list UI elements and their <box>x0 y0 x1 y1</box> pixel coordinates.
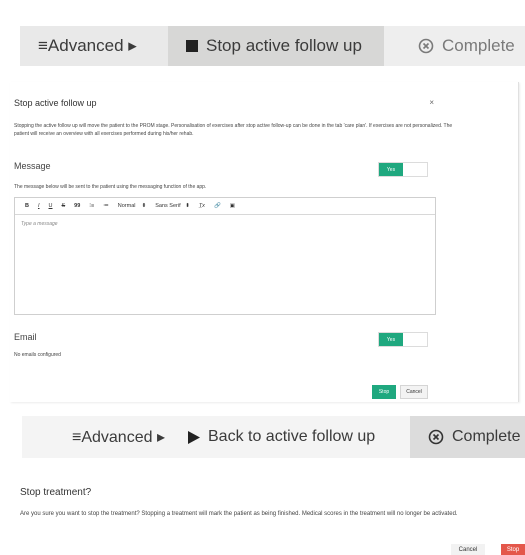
message-note: The message below will be sent to the pa… <box>14 184 207 190</box>
clear-format-button[interactable]: T̲x <box>199 203 205 209</box>
email-note: No emails configured <box>14 352 61 358</box>
quote-button[interactable]: 99 <box>74 203 80 209</box>
cancel-button[interactable]: Cancel <box>400 385 428 399</box>
message-editor: B I U S 99 ⁝≡ ≔ Normal ⬍ Sans Serif ⬍ T̲… <box>14 197 436 315</box>
stop-button[interactable]: Stop <box>372 385 396 399</box>
modal-description: Stopping the active follow up will move … <box>14 123 453 137</box>
advanced-label: ≡Advanced ▸ <box>38 36 137 55</box>
circle-x-icon <box>418 38 434 54</box>
stop-active-follow-up-label: Stop active follow up <box>206 36 362 55</box>
stop-button[interactable]: Stop <box>501 544 525 555</box>
heading-select[interactable]: Normal ⬍ <box>118 203 146 209</box>
complete-button[interactable]: Complete <box>384 26 525 66</box>
complete-button[interactable]: Complete <box>410 416 525 458</box>
advanced-button[interactable]: ≡Advanced ▸ <box>22 416 178 458</box>
advanced-button[interactable]: ≡Advanced ▸ <box>20 26 168 66</box>
heading-select-value: Normal <box>117 203 136 209</box>
message-section-label: Message <box>14 161 51 171</box>
stop-treatment-description: Are you sure you want to stop the treatm… <box>20 511 458 517</box>
cancel-button[interactable]: Cancel <box>451 544 485 555</box>
bottom-toolbar: ≡Advanced ▸ Back to active follow up Com… <box>22 416 525 458</box>
editor-toolbar: B I U S 99 ⁝≡ ≔ Normal ⬍ Sans Serif ⬍ T̲… <box>15 198 435 215</box>
ordered-list-button[interactable]: ⁝≡ <box>89 203 94 209</box>
stop-treatment-title: Stop treatment? <box>20 487 92 498</box>
message-textarea[interactable]: Type a message <box>15 215 435 233</box>
advanced-label: ≡Advanced ▸ <box>72 429 165 446</box>
stop-square-icon <box>186 40 198 52</box>
back-to-active-follow-up-button[interactable]: Back to active follow up <box>178 416 410 458</box>
font-select[interactable]: Sans Serif ⬍ <box>155 203 190 209</box>
modal-title: Stop active follow up <box>14 98 97 108</box>
email-section-label: Email <box>14 332 37 342</box>
chevron-updown-icon: ⬍ <box>185 203 190 209</box>
back-label: Back to active follow up <box>208 428 376 445</box>
circle-x-icon <box>428 429 444 445</box>
email-toggle[interactable]: Yes <box>378 332 428 347</box>
email-toggle-yes: Yes <box>379 333 403 346</box>
font-select-value: Sans Serif <box>155 203 181 209</box>
top-toolbar: ≡Advanced ▸ Stop active follow up Comple… <box>20 26 525 66</box>
stop-active-follow-up-button[interactable]: Stop active follow up <box>168 26 384 66</box>
complete-label: Complete <box>442 36 515 55</box>
image-icon[interactable]: ▣ <box>230 203 235 209</box>
italic-button[interactable]: I <box>38 203 40 209</box>
stop-follow-up-modal: Stop active follow up × Stopping the act… <box>10 82 519 402</box>
chevron-updown-icon: ⬍ <box>141 203 147 209</box>
play-icon <box>188 430 200 444</box>
strike-button[interactable]: S <box>62 203 66 209</box>
message-toggle[interactable]: Yes <box>378 162 428 177</box>
message-placeholder: Type a message <box>21 221 58 227</box>
link-icon[interactable]: 🔗 <box>214 203 221 209</box>
complete-label: Complete <box>452 428 521 445</box>
message-toggle-yes: Yes <box>379 163 403 176</box>
bullet-list-button[interactable]: ≔ <box>103 203 109 209</box>
underline-button[interactable]: U <box>49 203 53 209</box>
close-icon[interactable]: × <box>429 98 434 107</box>
bold-button[interactable]: B <box>25 203 29 209</box>
